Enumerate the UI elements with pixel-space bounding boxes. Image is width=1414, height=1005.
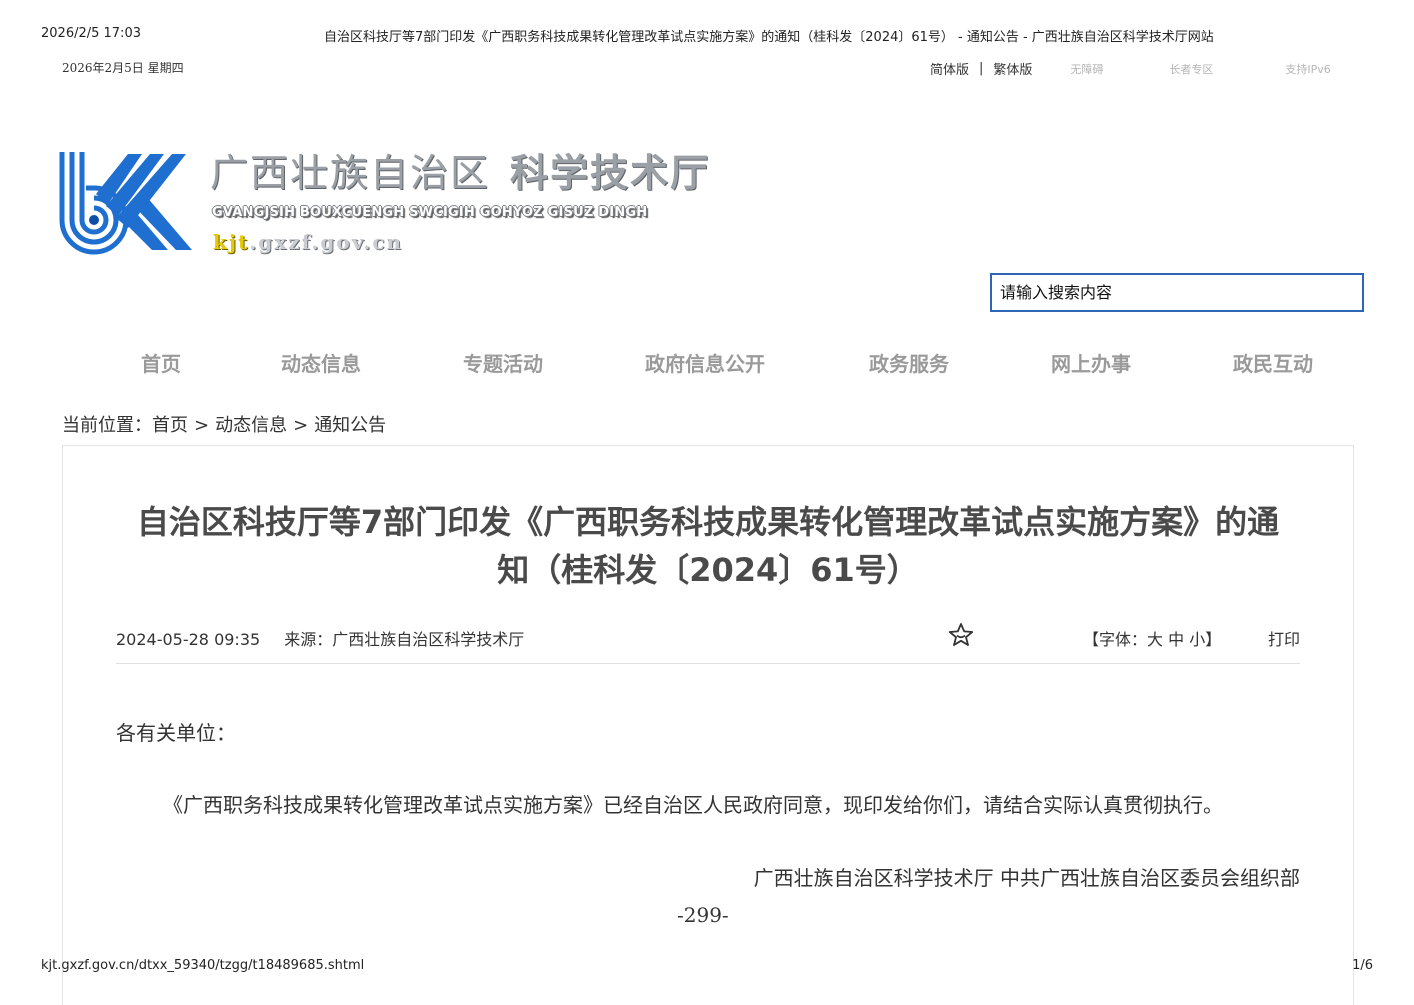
font-size-close: 】	[1205, 630, 1222, 649]
nav-news[interactable]: 动态信息	[281, 348, 361, 377]
breadcrumb: 当前位置：首页 > 动态信息 > 通知公告	[62, 411, 386, 437]
article-title-line2: 知（桂科发〔2024〕61号）	[497, 551, 919, 589]
font-small-button[interactable]: 小	[1189, 630, 1205, 649]
nav-services[interactable]: 政务服务	[869, 348, 949, 377]
star-icon[interactable]	[948, 622, 974, 648]
breadcrumb-news[interactable]: 动态信息	[215, 415, 287, 436]
print-window-title: 自治区科技厅等7部门印发《广西职务科技成果转化管理改革试点实施方案》的通知（桂科…	[324, 30, 1214, 45]
simplified-link[interactable]: 简体版	[930, 59, 969, 78]
logo-mark-icon[interactable]	[56, 146, 198, 256]
logo-chinese-name: 广西壮族自治区 科学技术厅	[210, 142, 710, 197]
logo-domain: kjt.gxzf.gov.cn	[213, 230, 403, 254]
traditional-link[interactable]: 繁体版	[993, 59, 1032, 78]
article-date: 2024-05-28 09:35	[116, 630, 261, 649]
logo-english-name: GVANGJSIH BOUXCUENGH SWCIGIH GOHYOZ GISU…	[212, 205, 648, 220]
nav-online-affairs[interactable]: 网上办事	[1051, 348, 1131, 377]
breadcrumb-sep: >	[293, 415, 309, 436]
breadcrumb-label: 当前位置：	[62, 415, 152, 436]
article-source: 来源：广西壮族自治区科学技术厅	[284, 630, 525, 649]
article-salutation: 各有关单位：	[116, 721, 236, 745]
ipv6-badge: 支持IPv6	[1285, 62, 1331, 76]
nav-home[interactable]: 首页	[141, 348, 181, 377]
font-large-button[interactable]: 大	[1147, 630, 1163, 649]
breadcrumb-home[interactable]: 首页	[152, 415, 188, 436]
top-links: 简体版 | 繁体版 无障碍 长者专区 支持IPv6	[930, 59, 1331, 78]
print-page-number: 1/6	[1352, 958, 1373, 973]
nav-topics[interactable]: 专题活动	[463, 348, 543, 377]
search-box	[990, 273, 1364, 312]
breadcrumb-notices[interactable]: 通知公告	[314, 415, 386, 436]
article-signatories: 广西壮族自治区科学技术厅 中共广西壮族自治区委员会组织部	[753, 866, 1300, 890]
font-size-control: 【字体：大 中 小】	[1083, 626, 1221, 650]
accessibility-link[interactable]: 无障碍	[1070, 61, 1103, 77]
logo-region: 广西壮族自治区	[210, 151, 491, 195]
logo-domain-rest: .gxzf.gov.cn	[249, 230, 404, 254]
font-size-open: 【字体：	[1083, 630, 1148, 649]
article-title: 自治区科技厅等7部门印发《广西职务科技成果转化管理改革试点实施方案》的通 知（桂…	[62, 498, 1354, 594]
document-page-number: -299-	[677, 903, 729, 927]
print-button[interactable]: 打印	[1268, 626, 1300, 650]
lang-separator: |	[979, 61, 984, 76]
nav-interaction[interactable]: 政民互动	[1233, 348, 1313, 377]
font-medium-button[interactable]: 中	[1168, 630, 1184, 649]
today-date: 2026年2月5日 星期四	[62, 61, 184, 75]
logo-dept: 科学技术厅	[510, 150, 711, 195]
article-title-line1: 自治区科技厅等7部门印发《广西职务科技成果转化管理改革试点实施方案》的通	[136, 503, 1280, 541]
article-paragraph: 《广西职务科技成果转化管理改革试点实施方案》已经自治区人民政府同意，现印发给你们…	[163, 793, 1223, 817]
meta-divider	[116, 663, 1300, 664]
logo-domain-prefix: kjt	[213, 230, 250, 254]
main-nav: 首页 动态信息 专题活动 政府信息公开 政务服务 网上办事 政民互动	[0, 348, 1414, 378]
elder-zone-link[interactable]: 长者专区	[1169, 61, 1213, 77]
search-input[interactable]	[992, 275, 1362, 310]
print-url: kjt.gxzf.gov.cn/dtxx_59340/tzgg/t1848968…	[41, 958, 365, 973]
print-datetime: 2026/2/5 17:03	[41, 26, 141, 41]
article-meta: 2024-05-28 09:35 来源：广西壮族自治区科学技术厅	[116, 626, 524, 650]
breadcrumb-sep: >	[194, 415, 210, 436]
nav-gov-info[interactable]: 政府信息公开	[645, 348, 765, 377]
